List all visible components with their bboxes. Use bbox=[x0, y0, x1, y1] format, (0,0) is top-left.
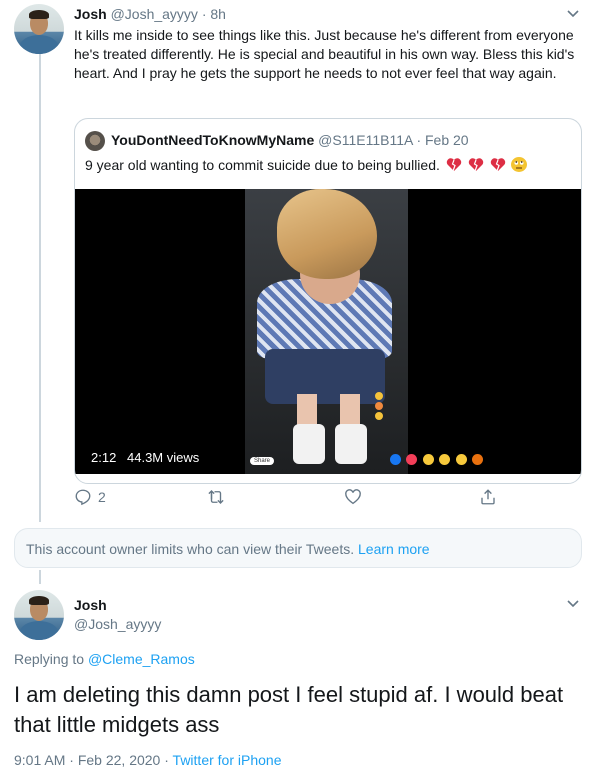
thread-line bbox=[39, 570, 41, 584]
like-button[interactable] bbox=[344, 486, 368, 508]
separator: · bbox=[164, 752, 169, 767]
chevron-down-icon[interactable] bbox=[566, 596, 580, 613]
video-subject-sock bbox=[293, 424, 325, 464]
tweet-date[interactable]: Feb 22, 2020 bbox=[78, 752, 161, 767]
sad-reaction-icon bbox=[455, 454, 467, 465]
quoted-tweet[interactable]: YouDontNeedToKnowMyName @S11E11B11A · Fe… bbox=[74, 118, 582, 484]
tweet-time[interactable]: 8h bbox=[210, 6, 226, 22]
quoted-author-name[interactable]: YouDontNeedToKnowMyName bbox=[111, 132, 314, 148]
chevron-down-icon[interactable] bbox=[566, 6, 580, 23]
share-tweet-button[interactable] bbox=[479, 486, 497, 508]
heart-icon bbox=[345, 489, 361, 505]
avatar[interactable] bbox=[14, 590, 64, 640]
video-duration-badge: 2:12 bbox=[85, 447, 123, 469]
separator: · bbox=[201, 6, 207, 22]
tweet-time[interactable]: 9:01 AM bbox=[14, 752, 65, 767]
retweet-button[interactable] bbox=[207, 486, 231, 508]
reply-count: 2 bbox=[98, 489, 106, 505]
replying-to-link[interactable]: @Cleme_Ramos bbox=[88, 651, 195, 667]
love-reaction-icon bbox=[406, 454, 418, 465]
author-handle[interactable]: @Josh_ayyyy bbox=[74, 616, 161, 632]
avatar-shirt bbox=[20, 35, 58, 54]
quoted-avatar[interactable] bbox=[85, 131, 105, 151]
video-subject-sock bbox=[335, 424, 367, 464]
quoted-date: Feb 20 bbox=[425, 132, 469, 148]
separator: · bbox=[69, 752, 74, 767]
reaction-bar bbox=[390, 452, 484, 466]
tweet-source-link[interactable]: Twitter for iPhone bbox=[173, 752, 282, 767]
tweet-text: It kills me inside to see things like th… bbox=[74, 27, 575, 81]
like-reaction-icon bbox=[390, 454, 401, 465]
eye-roll-emoji-icon bbox=[511, 157, 528, 172]
quoted-text-line: 9 year old wanting to commit suicide due… bbox=[85, 157, 528, 173]
quoted-text: 9 year old wanting to commit suicide due… bbox=[85, 157, 440, 173]
separator: · bbox=[416, 132, 422, 148]
angry-reaction-icon bbox=[472, 454, 484, 465]
floating-reactions bbox=[375, 392, 387, 422]
thread-line bbox=[39, 52, 41, 522]
haha-reaction-icon bbox=[422, 454, 434, 465]
avatar[interactable] bbox=[14, 4, 64, 54]
reply-button[interactable]: 2 bbox=[74, 486, 106, 508]
limits-notice-text: This account owner limits who can view t… bbox=[26, 541, 355, 557]
broken-heart-icon bbox=[446, 157, 462, 172]
limits-notice: This account owner limits who can view t… bbox=[14, 528, 582, 568]
video-views-badge: 44.3M views bbox=[121, 447, 206, 469]
quoted-author-handle[interactable]: @S11E11B11A bbox=[318, 132, 412, 148]
tweet-meta: 9:01 AM · Feb 22, 2020 · Twitter for iPh… bbox=[14, 752, 281, 767]
avatar-shirt bbox=[20, 621, 58, 640]
replying-to: Replying to @Cleme_Ramos bbox=[14, 651, 195, 667]
share-button: Share bbox=[250, 457, 275, 465]
video-subject-hair bbox=[277, 189, 377, 279]
tweet-text: I am deleting this damn post I feel stup… bbox=[14, 682, 564, 737]
wow-reaction-icon bbox=[439, 454, 451, 465]
reply-icon bbox=[75, 489, 91, 506]
learn-more-link[interactable]: Learn more bbox=[358, 541, 430, 557]
author-name[interactable]: Josh bbox=[74, 597, 107, 613]
broken-heart-icon bbox=[468, 157, 484, 172]
tweet-actions: 2 bbox=[74, 486, 499, 508]
share-icon bbox=[481, 489, 495, 505]
avatar-hair bbox=[29, 10, 49, 19]
video-frame: Share bbox=[245, 189, 408, 474]
quoted-tweet-header: YouDontNeedToKnowMyName @S11E11B11A · Fe… bbox=[111, 132, 469, 148]
video-player[interactable]: Share 2:12 44.3M views bbox=[75, 189, 581, 474]
tweet-header: Josh @Josh_ayyyy · 8h bbox=[74, 6, 226, 22]
reaction-emoji-icon bbox=[375, 412, 383, 420]
author-name[interactable]: Josh bbox=[74, 6, 107, 22]
reaction-emoji-icon bbox=[375, 402, 383, 410]
reaction-emoji-icon bbox=[375, 392, 383, 400]
video-subject-shorts bbox=[265, 349, 385, 404]
author-handle[interactable]: @Josh_ayyyy bbox=[111, 6, 198, 22]
broken-heart-icon bbox=[490, 157, 506, 172]
avatar-hair bbox=[29, 596, 49, 605]
replying-prefix: Replying to bbox=[14, 651, 85, 667]
retweet-icon bbox=[208, 490, 224, 504]
